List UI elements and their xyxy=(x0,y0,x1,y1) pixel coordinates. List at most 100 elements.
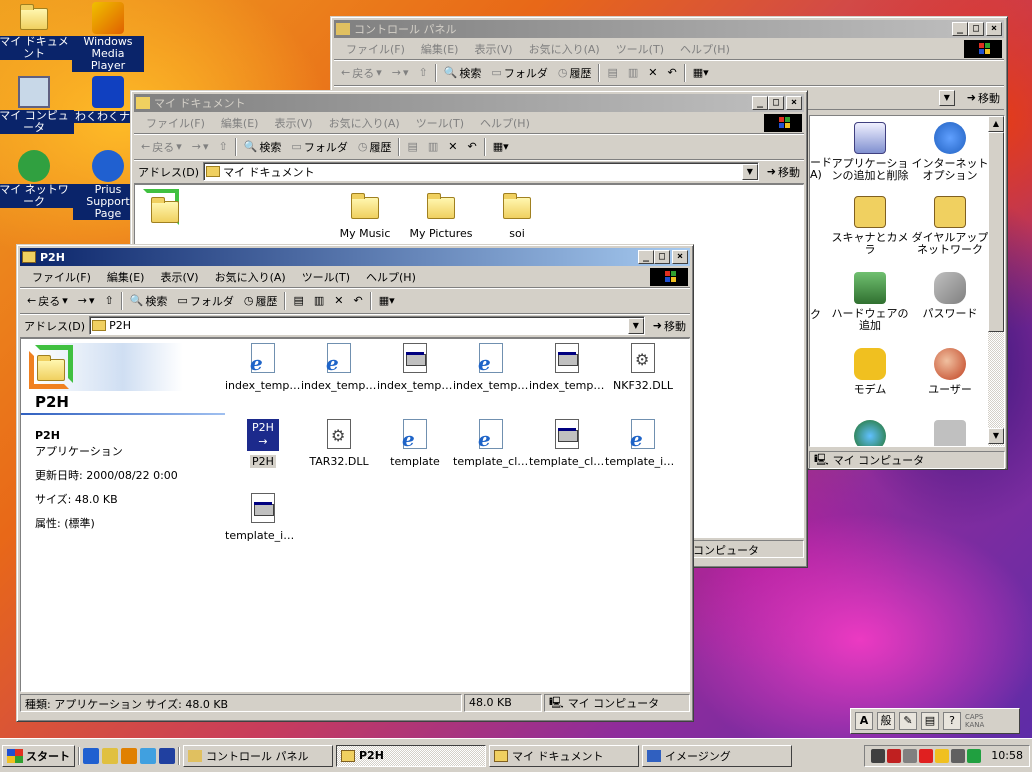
close-button[interactable]: × xyxy=(786,96,802,110)
copy-to-icon[interactable]: ▥ xyxy=(425,140,441,153)
move-to-icon[interactable]: ▤ xyxy=(290,294,306,307)
vertical-scrollbar[interactable]: ▲ ▼ xyxy=(988,116,1004,446)
delete-icon[interactable]: ✕ xyxy=(645,66,660,79)
file-item[interactable]: template_iw9... xyxy=(225,493,301,542)
task-control-panel[interactable]: コントロール パネル xyxy=(183,744,333,767)
menu-file[interactable]: ファイル(F) xyxy=(24,269,99,285)
menu-file[interactable]: ファイル(F) xyxy=(138,115,213,131)
back-button[interactable]: ← 戻る ▾ xyxy=(24,293,71,309)
menu-help[interactable]: ヘルプ(H) xyxy=(672,41,738,57)
cp-item-passwords[interactable]: パスワード xyxy=(910,272,990,320)
messenger-icon[interactable] xyxy=(967,748,982,763)
close-button[interactable]: × xyxy=(672,250,688,264)
go-button[interactable]: ➜ 移動 xyxy=(649,318,690,334)
folder-my-music[interactable]: My Music xyxy=(327,191,403,240)
pen-icon[interactable] xyxy=(871,748,886,763)
file-item[interactable]: index_templ... xyxy=(377,343,453,392)
p2h-window[interactable]: P2H _ □ × ファイル(F) 編集(E) 表示(V) お気に入り(A) ツ… xyxy=(16,244,694,722)
cp-item-internet-options[interactable]: インターネット オプション xyxy=(910,122,990,182)
title-bar[interactable]: P2H _ □ × xyxy=(20,248,690,266)
show-desktop-icon[interactable] xyxy=(140,747,156,764)
menu-favorites[interactable]: お気に入り(A) xyxy=(207,269,294,285)
task-p2h[interactable]: P2H xyxy=(336,744,486,767)
file-item[interactable]: template_cla... xyxy=(529,419,605,468)
menu-view[interactable]: 表示(V) xyxy=(152,269,206,285)
minimize-button[interactable]: _ xyxy=(952,22,968,36)
outlook-quicklaunch-icon[interactable] xyxy=(102,747,118,764)
delete-icon[interactable]: ✕ xyxy=(445,140,460,153)
folder-soi[interactable]: soi xyxy=(479,191,555,240)
forward-button[interactable]: → ▾ xyxy=(189,140,212,153)
menu-favorites[interactable]: お気に入り(A) xyxy=(521,41,608,57)
task-imaging[interactable]: イメージング xyxy=(642,744,792,767)
views-icon[interactable]: ▦▾ xyxy=(490,140,512,153)
start-button[interactable]: スタート xyxy=(2,744,75,767)
copy-to-icon[interactable]: ▥ xyxy=(311,294,327,307)
ime-language-bar[interactable]: A 般 ✎ ▤ ? CAPS KANA xyxy=(850,708,1020,734)
menu-edit[interactable]: 編集(E) xyxy=(213,115,267,131)
ie-quicklaunch-icon[interactable] xyxy=(83,747,99,764)
menu-tools[interactable]: ツール(T) xyxy=(294,269,358,285)
delete-icon[interactable]: ✕ xyxy=(331,294,346,307)
menu-help[interactable]: ヘルプ(H) xyxy=(358,269,424,285)
back-button[interactable]: ← 戻る ▾ xyxy=(138,139,185,155)
go-button[interactable]: ➜ 移動 xyxy=(763,164,804,180)
file-item[interactable]: e index_templ... xyxy=(301,343,377,392)
menu-edit[interactable]: 編集(E) xyxy=(413,41,467,57)
ime-input-mode-icon[interactable]: A xyxy=(855,712,873,730)
cp-item-add-remove[interactable]: アプリケーションの追加と削除 xyxy=(830,122,910,182)
copy-to-icon[interactable]: ▥ xyxy=(625,66,641,79)
menu-edit[interactable]: 編集(E) xyxy=(99,269,153,285)
address-input[interactable]: マイ ドキュメント ▼ xyxy=(203,162,759,181)
menu-favorites[interactable]: お気に入り(A) xyxy=(321,115,408,131)
move-to-icon[interactable]: ▤ xyxy=(604,66,620,79)
scroll-down-button[interactable]: ▼ xyxy=(988,428,1004,444)
undo-icon[interactable]: ↶ xyxy=(350,294,365,307)
maximize-button[interactable]: □ xyxy=(968,22,984,36)
folder-my-pictures[interactable]: My Pictures xyxy=(403,191,479,240)
file-item[interactable]: e template xyxy=(377,419,453,468)
views-icon[interactable]: ▦▾ xyxy=(690,66,712,79)
search-button[interactable]: 🔍 検索 xyxy=(127,293,171,309)
undo-icon[interactable]: ↶ xyxy=(464,140,479,153)
minimize-button[interactable]: _ xyxy=(638,250,654,264)
file-item[interactable]: e template_cla... xyxy=(453,419,529,468)
title-bar[interactable]: マイ ドキュメント _ □ × xyxy=(134,94,804,112)
menu-view[interactable]: 表示(V) xyxy=(266,115,320,131)
cp-item-dialup-networking[interactable]: ダイヤルアップ ネットワーク xyxy=(910,196,990,256)
menu-tools[interactable]: ツール(T) xyxy=(608,41,672,57)
folders-button[interactable]: ▭ フォルダ xyxy=(288,139,350,155)
up-button[interactable]: ⇧ xyxy=(216,140,231,153)
desktop-icon-my-network[interactable]: マイ ネットワーク xyxy=(0,150,74,208)
title-bar[interactable]: コントロール パネル _ □ × xyxy=(334,20,1004,38)
address-dropdown-button[interactable]: ▼ xyxy=(938,89,955,106)
menu-file[interactable]: ファイル(F) xyxy=(338,41,413,57)
move-to-icon[interactable]: ▤ xyxy=(404,140,420,153)
cp-item-scanners-cameras[interactable]: スキャナとカメラ xyxy=(830,196,910,256)
desktop-icon-my-documents[interactable]: マイ ドキュメント xyxy=(0,2,74,60)
cp-item-modems[interactable]: モデム xyxy=(830,348,910,396)
media-player-quicklaunch-icon[interactable] xyxy=(121,747,137,764)
file-item[interactable]: ⚙ NKF32.DLL xyxy=(605,343,681,392)
cp-item-globe[interactable] xyxy=(830,420,910,446)
volume-icon[interactable] xyxy=(935,748,950,763)
address-input[interactable]: P2H ▼ xyxy=(89,316,645,335)
file-item[interactable]: e template_iw99 xyxy=(605,419,681,468)
task-my-documents[interactable]: マイ ドキュメント xyxy=(489,744,639,767)
up-button[interactable]: ⇧ xyxy=(416,66,431,79)
scroll-thumb[interactable] xyxy=(988,132,1004,332)
history-button[interactable]: ◷ 履歴 xyxy=(355,139,395,155)
ime-properties-icon[interactable]: ? xyxy=(943,712,961,730)
display-icon[interactable] xyxy=(951,748,966,763)
maximize-button[interactable]: □ xyxy=(768,96,784,110)
network-tray-icon[interactable] xyxy=(903,748,918,763)
search-button[interactable]: 🔍 検索 xyxy=(441,65,485,81)
close-button[interactable]: × xyxy=(986,22,1002,36)
ime-pad-icon[interactable]: ✎ xyxy=(899,712,917,730)
address-dropdown-button[interactable]: ▼ xyxy=(741,163,758,180)
antivirus-icon[interactable] xyxy=(919,748,934,763)
desktop-icon-media-player[interactable]: Windows Media Player xyxy=(68,2,148,72)
views-icon[interactable]: ▦▾ xyxy=(376,294,398,307)
maximize-button[interactable]: □ xyxy=(654,250,670,264)
file-item[interactable]: index_templ... xyxy=(529,343,605,392)
